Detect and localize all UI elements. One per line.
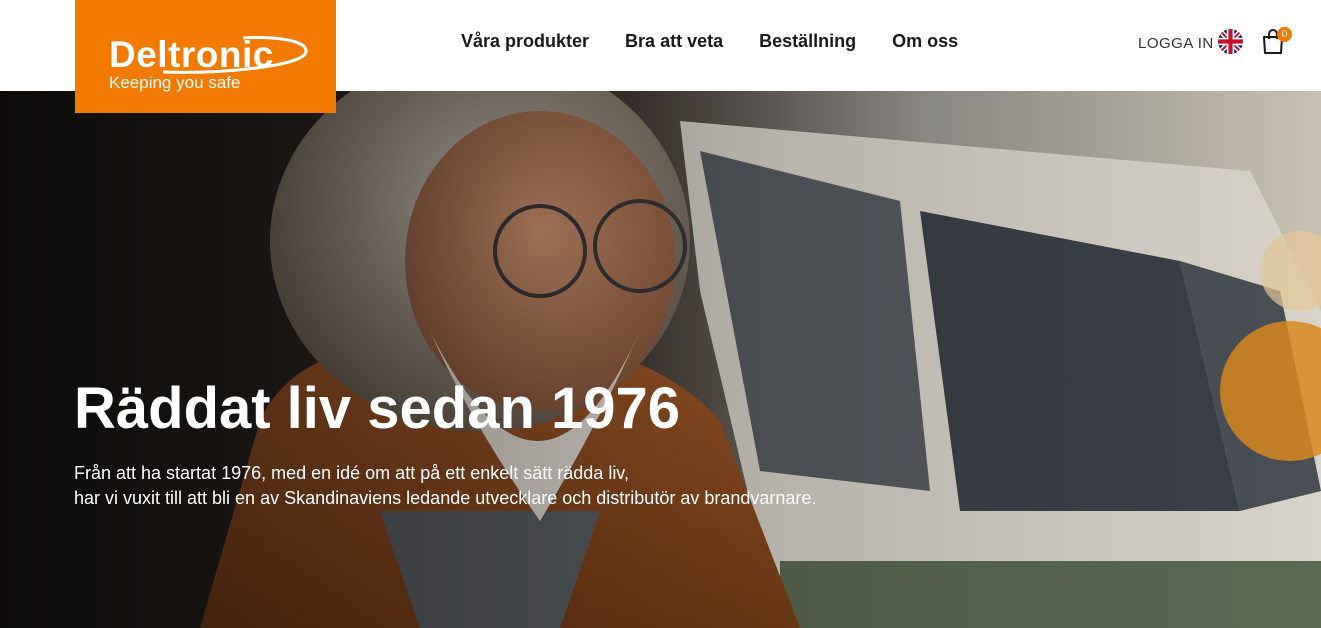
logo[interactable]: Deltronic Keeping you safe bbox=[75, 0, 336, 113]
uk-flag-icon[interactable] bbox=[1218, 29, 1243, 54]
hero-background-image bbox=[0, 91, 1321, 628]
hero-text-line-2: har vi vuxit till att bli en av Skandina… bbox=[74, 488, 817, 508]
logo-wordmark: Deltronic bbox=[109, 34, 274, 75]
hero-banner: Räddat liv sedan 1976 Från att ha starta… bbox=[0, 91, 1321, 628]
hero-description: Från att ha startat 1976, med en idé om … bbox=[74, 461, 816, 511]
main-nav: Våra produkter Bra att veta Beställning … bbox=[461, 31, 958, 52]
nav-vara-produkter[interactable]: Våra produkter bbox=[461, 31, 589, 52]
hero-title: Räddat liv sedan 1976 bbox=[74, 376, 681, 441]
nav-bestallning[interactable]: Beställning bbox=[759, 31, 856, 52]
nav-om-oss[interactable]: Om oss bbox=[892, 31, 958, 52]
login-link[interactable]: LOGGA IN bbox=[1138, 35, 1214, 52]
logo-tagline: Keeping you safe bbox=[109, 73, 241, 92]
hero-text-line-1: Från att ha startat 1976, med en idé om … bbox=[74, 463, 629, 483]
nav-bra-att-veta[interactable]: Bra att veta bbox=[625, 31, 723, 52]
cart-count-badge: 0 bbox=[1277, 27, 1292, 42]
